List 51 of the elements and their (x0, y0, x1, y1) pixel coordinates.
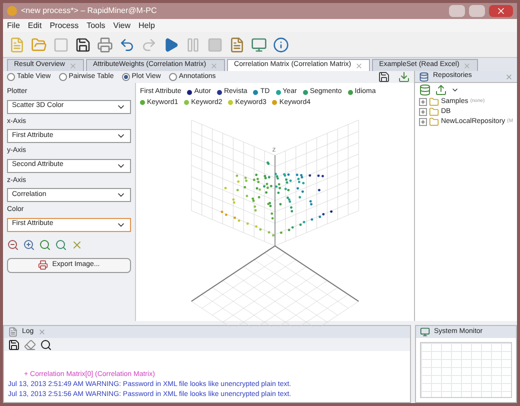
app-logo-icon (7, 6, 17, 16)
folder-icon[interactable] (31, 36, 47, 52)
menu-item[interactable]: File (7, 20, 20, 32)
folder-icon (428, 117, 439, 127)
folder-icon (429, 107, 439, 117)
menu-item[interactable]: Tools (86, 20, 106, 32)
radio-button[interactable] (58, 73, 67, 81)
printer-icon[interactable] (97, 36, 113, 52)
minimize-button[interactable] (449, 5, 465, 17)
close-icon (355, 62, 364, 70)
window-title: <new process*> – RapidMiner@M-PC (21, 5, 158, 17)
search-icon[interactable] (40, 338, 52, 350)
menu-item[interactable]: View (113, 20, 130, 32)
close-icon (210, 62, 218, 70)
menu-item[interactable]: Help (138, 20, 155, 32)
monitor-icon (420, 327, 430, 337)
close-icon (463, 62, 472, 70)
zoom-out-icon[interactable] (7, 238, 19, 250)
expand-icon[interactable] (419, 108, 427, 116)
close-icon (68, 62, 77, 70)
close-icon[interactable] (505, 72, 513, 80)
document-icon (8, 327, 18, 337)
close-icon (496, 6, 506, 16)
menu-item[interactable]: Process (50, 20, 79, 32)
save-icon[interactable] (8, 338, 20, 350)
close-button[interactable] (489, 5, 513, 17)
radio-button[interactable] (7, 73, 15, 81)
eraser-icon[interactable] (24, 338, 36, 350)
maximize-button[interactable] (469, 5, 485, 17)
document-icon[interactable] (229, 36, 245, 52)
save-icon[interactable] (75, 36, 91, 52)
zoom-in-icon[interactable] (23, 238, 35, 250)
caret-icon[interactable] (451, 86, 459, 94)
save-icon[interactable] (378, 71, 390, 83)
radio-button[interactable] (122, 73, 130, 81)
cross-icon[interactable] (71, 238, 83, 250)
printer-icon (38, 260, 48, 270)
database-icon[interactable] (419, 84, 431, 96)
play-icon[interactable] (163, 36, 179, 52)
expand-icon[interactable] (419, 98, 427, 106)
info-icon[interactable] (273, 36, 289, 52)
download-icon[interactable] (398, 71, 410, 83)
folder-icon (429, 97, 439, 107)
radio-button[interactable] (168, 73, 177, 81)
undo-icon[interactable] (119, 36, 135, 52)
close-icon[interactable] (38, 328, 46, 336)
upload-icon[interactable] (435, 84, 447, 96)
database-icon (419, 72, 429, 82)
monitor-icon[interactable] (251, 36, 267, 52)
expand-icon[interactable] (419, 118, 427, 126)
menu-item[interactable]: Edit (28, 20, 42, 32)
